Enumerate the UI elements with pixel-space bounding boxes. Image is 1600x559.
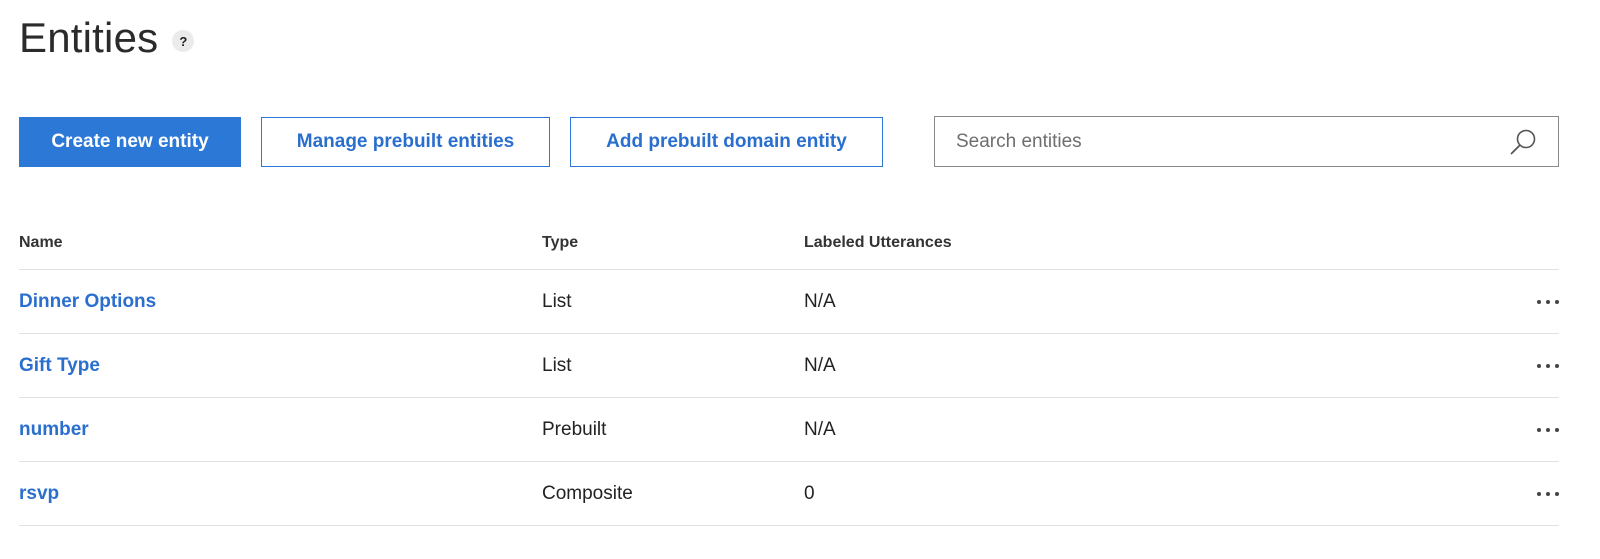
entities-table: Name Type Labeled Utterances Dinner Opti…	[19, 220, 1559, 526]
column-header-labeled-utterances[interactable]: Labeled Utterances	[804, 234, 952, 252]
manage-prebuilt-entities-button[interactable]: Manage prebuilt entities	[261, 117, 550, 167]
entity-type: List	[542, 355, 572, 376]
more-options-icon[interactable]	[1519, 270, 1559, 334]
entity-labeled-utterances: N/A	[804, 291, 836, 312]
table-row: Dinner Options List N/A	[19, 270, 1559, 334]
search-input[interactable]	[935, 117, 1506, 166]
more-options-icon[interactable]	[1519, 398, 1559, 462]
entity-labeled-utterances: 0	[804, 483, 815, 504]
entity-name-link[interactable]: Dinner Options	[19, 270, 156, 334]
entity-name-link[interactable]: number	[19, 398, 89, 462]
entity-labeled-utterances: N/A	[804, 355, 836, 376]
entity-type: Composite	[542, 483, 633, 504]
entity-type: Prebuilt	[542, 419, 607, 440]
search-icon[interactable]	[1506, 125, 1540, 159]
column-header-type[interactable]: Type	[542, 234, 578, 252]
column-header-name[interactable]: Name	[19, 234, 63, 252]
entity-name-link[interactable]: rsvp	[19, 462, 59, 526]
more-options-icon[interactable]	[1519, 462, 1559, 526]
entity-type: List	[542, 291, 572, 312]
more-options-icon[interactable]	[1519, 334, 1559, 398]
page-header: Entities ?	[19, 8, 195, 68]
entities-page: Entities ? Create new entity Manage preb…	[0, 0, 1600, 559]
add-prebuilt-domain-entity-button[interactable]: Add prebuilt domain entity	[570, 117, 883, 167]
toolbar: Create new entity Manage prebuilt entiti…	[0, 116, 1600, 167]
table-row: Gift Type List N/A	[19, 334, 1559, 398]
create-new-entity-button[interactable]: Create new entity	[19, 117, 241, 167]
help-icon[interactable]: ?	[172, 30, 195, 52]
table-row: number Prebuilt N/A	[19, 398, 1559, 462]
table-row: rsvp Composite 0	[19, 462, 1559, 526]
table-header: Name Type Labeled Utterances	[19, 220, 1559, 270]
page-title: Entities	[19, 14, 159, 61]
entity-labeled-utterances: N/A	[804, 419, 836, 440]
entity-name-link[interactable]: Gift Type	[19, 334, 100, 398]
search-box	[934, 116, 1559, 167]
